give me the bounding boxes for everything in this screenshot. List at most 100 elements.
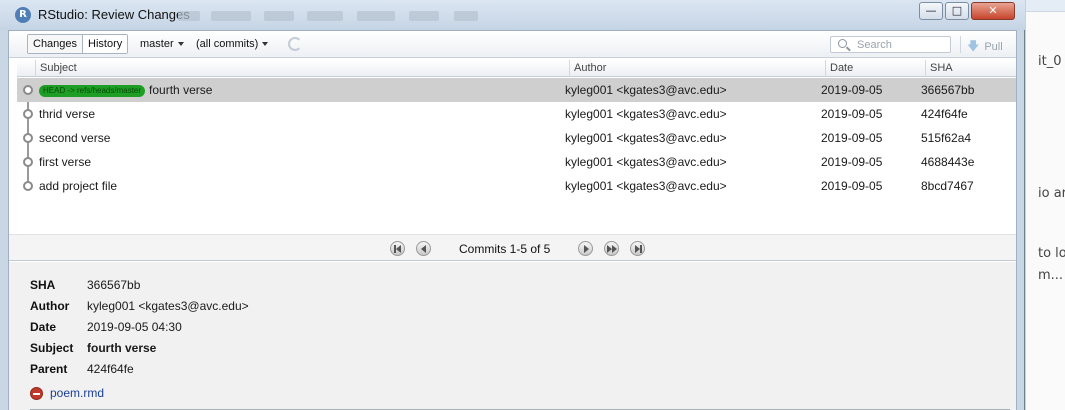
maximize-button[interactable]: □ (945, 2, 969, 20)
minimize-button[interactable]: — (919, 2, 943, 20)
branch-dropdown[interactable]: master (140, 38, 184, 50)
table-row[interactable]: first verse kyleg001 <kgates3@avc.edu> 2… (17, 150, 1016, 174)
blurred-menu-item (409, 11, 439, 21)
head-ref-badge: HEAD -> refs/heads/master (39, 84, 146, 97)
sha-cell: 4688443e (921, 155, 975, 169)
background-text-fragment: it_0 (1038, 54, 1062, 69)
maximize-icon: □ (951, 4, 963, 17)
blurred-menu-item (307, 11, 343, 21)
commit-node-icon (23, 181, 33, 191)
detail-value: 424f64fe (87, 362, 134, 376)
file-deleted-icon (30, 387, 43, 400)
detail-value: kyleg001 <kgates3@avc.edu> (87, 299, 249, 313)
background-text-fragment: m... (1038, 268, 1064, 283)
detail-label: Author (30, 299, 70, 313)
detail-value: 366567bb (87, 278, 141, 292)
blurred-menu-item (178, 11, 200, 21)
refresh-icon[interactable] (288, 37, 302, 51)
previous-page-icon (421, 245, 426, 253)
blurred-menu-item (264, 11, 294, 21)
author-cell: kyleg001 <kgates3@avc.edu> (565, 107, 727, 121)
close-button[interactable]: ✕ (971, 2, 1015, 20)
commit-filter-label: (all commits) (196, 38, 259, 50)
author-cell: kyleg001 <kgates3@avc.edu> (565, 179, 727, 193)
blurred-menu-item (357, 11, 395, 21)
author-cell: kyleg001 <kgates3@avc.edu> (565, 83, 727, 97)
search-field[interactable] (830, 36, 951, 53)
commit-details-pane: SHA 366567bb Author kyleg001 <kgates3@av… (9, 262, 1016, 410)
column-header-date[interactable]: Date (825, 60, 925, 77)
detail-value: 2019-09-05 04:30 (87, 320, 182, 334)
commit-node-icon (23, 85, 33, 95)
table-row[interactable]: HEAD -> refs/heads/master fourth verse ky… (17, 78, 1016, 102)
commit-node-icon (23, 157, 33, 167)
background-text-fragment: io ar (1038, 186, 1065, 201)
next-page-icon (584, 245, 589, 253)
pull-button[interactable]: 🡇 Pull (967, 37, 1003, 58)
fast-forward-button[interactable] (604, 241, 619, 256)
date-cell: 2019-09-05 (821, 107, 883, 121)
table-row[interactable]: second verse kyleg001 <kgates3@avc.edu> … (17, 126, 1016, 150)
subject-cell: first verse (39, 155, 92, 169)
subject-cell: HEAD -> refs/heads/master fourth verse (39, 78, 212, 102)
download-arrow-icon: 🡇 (967, 39, 980, 53)
blurred-menu-item (454, 11, 478, 21)
previous-page-button[interactable] (416, 241, 431, 256)
blurred-menu-item (211, 11, 251, 21)
author-cell: kyleg001 <kgates3@avc.edu> (565, 155, 727, 169)
window-title: RStudio: Review Changes (38, 7, 190, 22)
column-header-sha[interactable]: SHA (925, 60, 1016, 77)
pull-label: Pull (984, 41, 1003, 53)
column-header-author[interactable]: Author (569, 60, 825, 77)
sha-cell: 8bcd7467 (921, 179, 974, 193)
commit-count-label: Commits 1-5 of 5 (459, 242, 551, 256)
date-cell: 2019-09-05 (821, 131, 883, 145)
close-icon: ✕ (988, 4, 998, 17)
review-changes-content: Changes History master (all commits) 🡇 Pu… (8, 30, 1017, 410)
date-cell: 2019-09-05 (821, 179, 883, 193)
date-cell: 2019-09-05 (821, 83, 883, 97)
background-toolbar (1026, 0, 1065, 12)
toolbar-divider (960, 36, 961, 53)
table-header: Subject Author Date SHA (17, 60, 1016, 77)
column-header-subject[interactable]: Subject (35, 60, 569, 77)
sha-cell: 515f62a4 (921, 131, 972, 145)
view-tab-group: Changes History (27, 34, 129, 54)
sha-cell: 424f64fe (921, 107, 968, 121)
next-page-button[interactable] (578, 241, 593, 256)
chevron-down-icon (262, 42, 269, 47)
title-bar[interactable]: R RStudio: Review Changes — □ ✕ (0, 0, 1025, 30)
commit-node-icon (23, 109, 33, 119)
commit-node-icon (23, 133, 33, 143)
table-row[interactable]: add project file kyleg001 <kgates3@avc.e… (17, 174, 1016, 198)
pager-bar: Commits 1-5 of 5 (9, 234, 1016, 261)
date-cell: 2019-09-05 (821, 155, 883, 169)
background-window: it_0 io ar to lo m... (1025, 0, 1065, 410)
tab-history[interactable]: History (82, 35, 128, 53)
detail-label: Parent (30, 362, 68, 376)
detail-value: fourth verse (87, 341, 157, 355)
last-page-button[interactable] (630, 241, 645, 256)
subject-cell: thrid verse (39, 107, 96, 121)
history-toolbar: Changes History master (all commits) 🡇 Pu… (9, 31, 1016, 58)
search-input[interactable] (857, 38, 947, 52)
minimize-icon: — (925, 4, 937, 17)
search-icon (838, 39, 847, 48)
branch-label: master (140, 38, 174, 50)
author-cell: kyleg001 <kgates3@avc.edu> (565, 131, 727, 145)
rstudio-logo-icon: R (15, 7, 31, 23)
background-text-fragment: to lo (1038, 246, 1065, 261)
sha-cell: 366567bb (921, 83, 975, 97)
detail-label: Date (30, 320, 57, 334)
first-page-button[interactable] (390, 241, 405, 256)
subject-cell: add project file (39, 179, 118, 193)
table-row[interactable]: thrid verse kyleg001 <kgates3@avc.edu> 2… (17, 102, 1016, 126)
subject-cell: second verse (39, 131, 111, 145)
commit-filter-dropdown[interactable]: (all commits) (196, 38, 269, 50)
commit-table: Subject Author Date SHA HEAD -> refs/hea… (17, 60, 1016, 234)
detail-label: Subject (30, 341, 74, 355)
tab-changes[interactable]: Changes (28, 35, 83, 53)
file-name: poem.rmd (50, 386, 105, 400)
chevron-down-icon (177, 42, 184, 47)
review-changes-window: R RStudio: Review Changes — □ ✕ Changes … (0, 0, 1025, 410)
